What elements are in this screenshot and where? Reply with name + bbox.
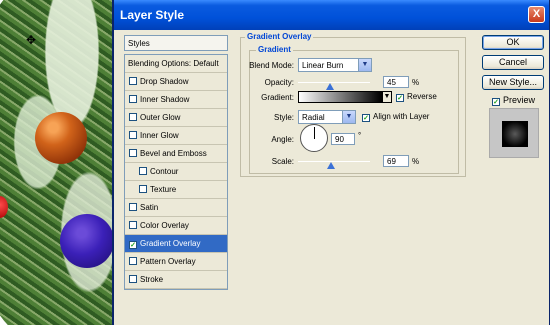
style-item-inner-shadow[interactable]: Inner Shadow: [125, 91, 227, 109]
style-item-contour[interactable]: Contour: [125, 163, 227, 181]
subgroup-title: Gradient: [256, 45, 293, 54]
style-item-gradient-overlay[interactable]: ✓ Gradient Overlay: [125, 235, 227, 253]
orange-ornament: [35, 112, 87, 164]
preview-checkbox[interactable]: ✓ Preview: [492, 95, 535, 106]
scale-label: Scale:: [271, 157, 294, 166]
preview-label: Preview: [503, 95, 536, 105]
style-item-label: Gradient Overlay: [140, 239, 201, 248]
gradient-overlay-group: Gradient Overlay Gradient Blend Mode: Li…: [240, 32, 466, 177]
checkbox-icon[interactable]: [129, 131, 137, 139]
blend-mode-label: Blend Mode:: [249, 61, 294, 70]
opacity-input[interactable]: 45: [383, 76, 409, 88]
scale-slider-thumb[interactable]: [327, 162, 336, 169]
scale-unit: %: [412, 157, 420, 166]
angle-label: Angle:: [271, 135, 294, 144]
new-style-button[interactable]: New Style...: [482, 75, 544, 90]
angle-input[interactable]: 90: [331, 133, 355, 145]
style-item-drop-shadow[interactable]: Drop Shadow: [125, 73, 227, 91]
style-item-label: Drop Shadow: [140, 77, 189, 86]
style-item-label: Contour: [150, 167, 179, 176]
style-item-satin[interactable]: Satin: [125, 199, 227, 217]
align-with-layer-checkbox[interactable]: ✓ Align with Layer: [362, 112, 429, 122]
move-cursor-icon: ✥: [26, 33, 37, 47]
chevron-down-icon: ▼: [358, 59, 371, 71]
checkbox-icon[interactable]: [129, 95, 137, 103]
style-item-bevel-and-emboss[interactable]: Bevel and Emboss: [125, 145, 227, 163]
style-item-stroke[interactable]: Stroke: [125, 271, 227, 289]
blend-mode-select[interactable]: Linear Burn ▼: [298, 58, 372, 72]
styles-header[interactable]: Styles: [124, 35, 228, 51]
style-item-blending-options-default[interactable]: Blending Options: Default: [125, 55, 227, 73]
scale-input[interactable]: 69: [383, 155, 409, 167]
opacity-unit: %: [412, 78, 420, 87]
align-with-layer-label: Align with Layer: [373, 112, 430, 121]
preview-check-icon: ✓: [492, 98, 500, 106]
styles-panel: Styles Blending Options: Default Drop Sha…: [124, 35, 228, 325]
checkbox-icon[interactable]: [129, 275, 137, 283]
blue-ornament: [60, 214, 114, 268]
gradient-label: Gradient:: [261, 93, 294, 102]
checkbox-icon[interactable]: [129, 221, 137, 229]
style-item-label: Stroke: [140, 275, 164, 284]
style-item-texture[interactable]: Texture: [125, 181, 227, 199]
style-item-label: Color Overlay: [140, 221, 189, 230]
checkbox-icon[interactable]: [129, 113, 137, 121]
layer-style-dialog: Layer Style X Styles Blending Options: D…: [112, 0, 550, 325]
style-item-inner-glow[interactable]: Inner Glow: [125, 127, 227, 145]
style-item-label: Inner Shadow: [140, 95, 190, 104]
checkbox-icon[interactable]: ✓: [129, 241, 137, 249]
style-value: Radial: [302, 113, 325, 122]
style-item-pattern-overlay[interactable]: Pattern Overlay: [125, 253, 227, 271]
style-item-label: Bevel and Emboss: [140, 149, 207, 158]
style-item-label: Outer Glow: [140, 113, 181, 122]
style-item-label: Blending Options: Default: [128, 59, 219, 68]
angle-unit: °: [358, 131, 362, 140]
checkbox-icon[interactable]: [139, 167, 147, 175]
close-icon: X: [532, 8, 541, 20]
style-item-label: Inner Glow: [140, 131, 179, 140]
gradient-subgroup: Gradient Blend Mode: Linear Burn ▼ Opaci…: [249, 45, 459, 174]
gradient-swatch[interactable]: [298, 91, 382, 103]
group-title: Gradient Overlay: [245, 32, 314, 41]
checkbox-icon[interactable]: [139, 185, 147, 193]
preview-swatch: [502, 121, 528, 147]
opacity-label: Opacity:: [264, 78, 294, 87]
styles-list: Blending Options: Default Drop Shadow Inne…: [124, 54, 228, 290]
reverse-checkbox[interactable]: ✓ Reverse: [396, 92, 437, 102]
style-preview: [489, 108, 539, 158]
gradient-picker-arrow-icon[interactable]: ▼: [382, 91, 392, 103]
checkbox-icon[interactable]: [129, 77, 137, 85]
style-item-outer-glow[interactable]: Outer Glow: [125, 109, 227, 127]
angle-needle: [314, 127, 315, 139]
blend-mode-value: Linear Burn: [302, 61, 344, 70]
ok-button[interactable]: OK: [482, 35, 544, 50]
reverse-check-icon: ✓: [396, 94, 404, 102]
style-item-label: Satin: [140, 203, 159, 212]
style-item-label: Texture: [150, 185, 177, 194]
checkbox-icon[interactable]: [129, 257, 137, 265]
dialog-title: Layer Style: [120, 8, 185, 22]
style-item-label: Pattern Overlay: [140, 257, 196, 266]
checkbox-icon[interactable]: [129, 149, 137, 157]
title-bar[interactable]: Layer Style X: [114, 0, 549, 30]
style-label: Style:: [273, 113, 294, 122]
angle-dial[interactable]: [300, 124, 328, 152]
style-item-color-overlay[interactable]: Color Overlay: [125, 217, 227, 235]
checkbox-icon[interactable]: [129, 203, 137, 211]
opacity-slider-thumb[interactable]: [326, 83, 335, 90]
style-select[interactable]: Radial ▼: [298, 110, 356, 124]
chevron-down-icon: ▼: [342, 111, 355, 123]
reverse-label: Reverse: [407, 92, 437, 101]
close-button[interactable]: X: [528, 6, 545, 23]
align-check-icon: ✓: [362, 114, 370, 122]
cancel-button[interactable]: Cancel: [482, 55, 544, 70]
